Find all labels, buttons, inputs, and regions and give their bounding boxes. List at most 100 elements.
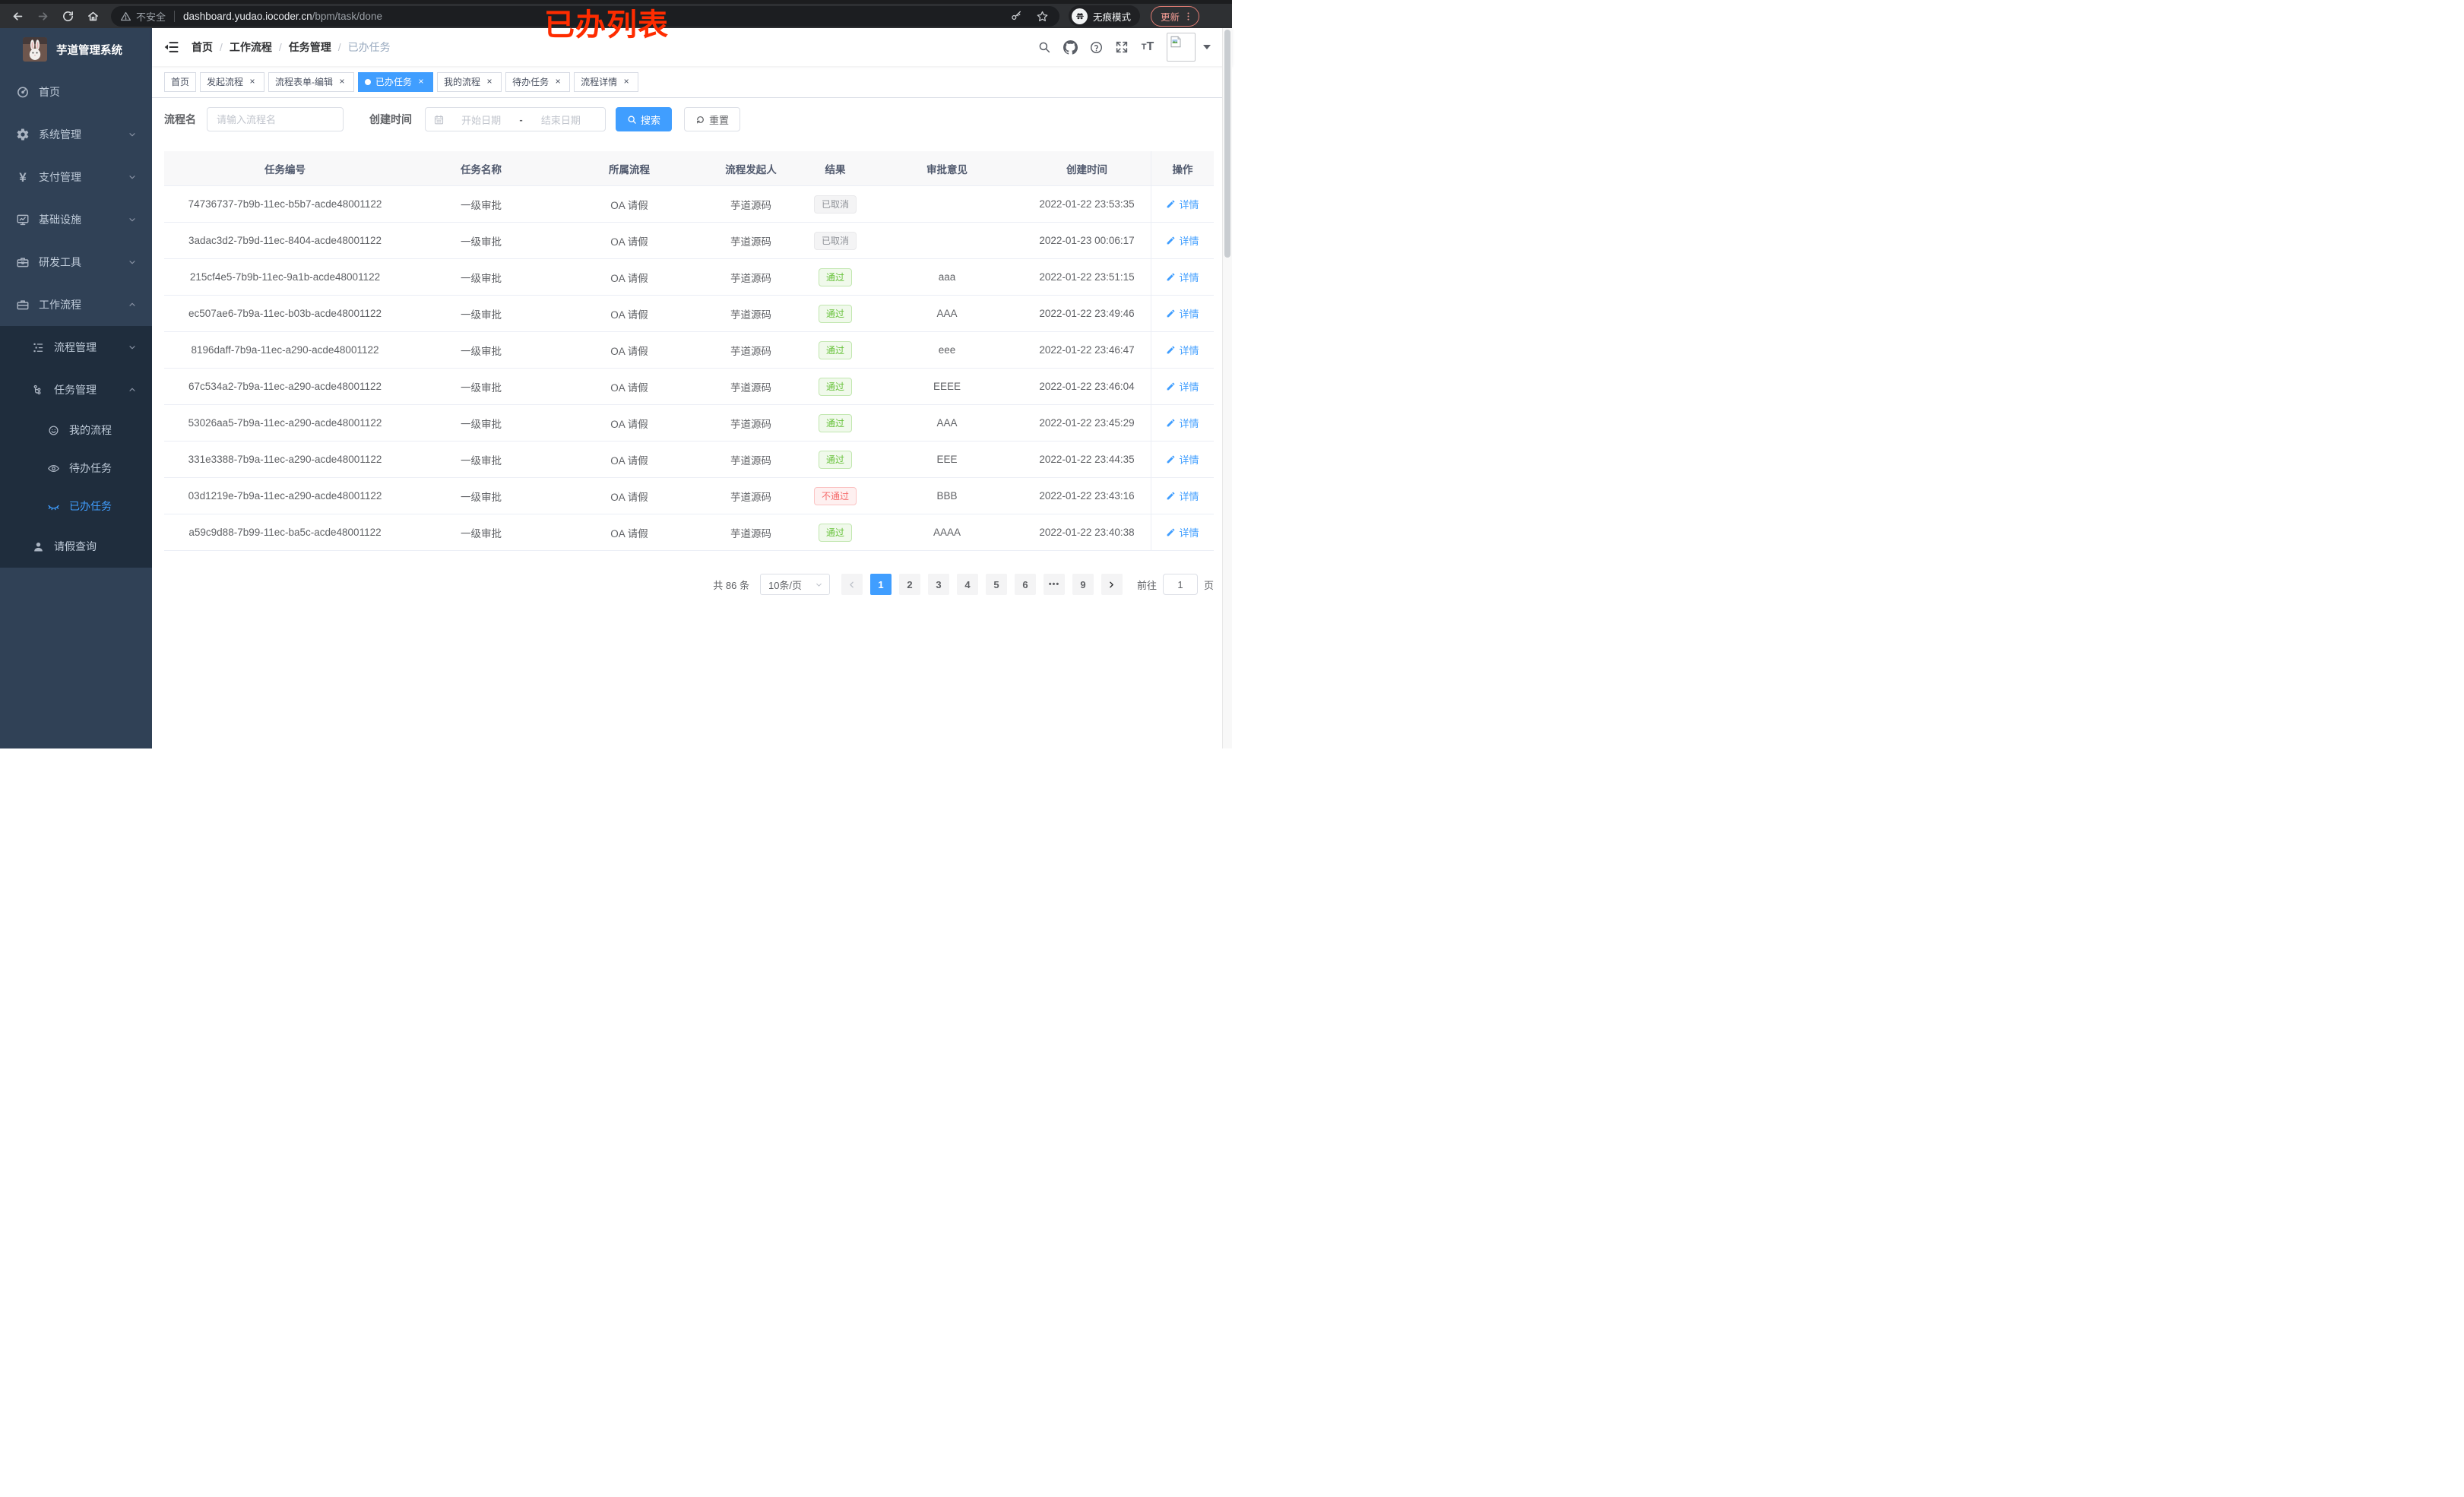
chevron-down-icon (128, 343, 137, 352)
cell-comment: AAA (936, 417, 958, 429)
briefcase-icon (15, 297, 30, 312)
detail-link[interactable]: 详情 (1166, 379, 1199, 394)
tab-my-process[interactable]: 我的流程 × (437, 71, 502, 92)
goto-page-input[interactable] (1162, 574, 1198, 595)
cell-create-time: 2022-01-22 23:49:46 (1039, 308, 1135, 319)
sidebar-item-home[interactable]: 首页 (0, 71, 152, 113)
bookmark-star-icon[interactable] (1034, 8, 1050, 24)
sidebar-item-leave-query[interactable]: 请假查询 (0, 525, 152, 568)
sidebar-item-process-management[interactable]: 流程管理 (0, 326, 152, 369)
chevron-up-icon (128, 385, 137, 394)
cell-process: OA 请假 (610, 199, 648, 211)
close-icon[interactable]: × (484, 76, 495, 87)
help-icon[interactable] (1083, 34, 1109, 60)
pager-more-button[interactable]: ••• (1043, 574, 1065, 595)
pager-prev-button[interactable] (841, 574, 863, 595)
detail-link[interactable]: 详情 (1166, 197, 1199, 211)
password-key-icon[interactable] (1008, 8, 1025, 24)
pager-page-4-button[interactable]: 4 (956, 574, 978, 595)
detail-link[interactable]: 详情 (1166, 416, 1199, 430)
table-row: a59c9d88-7b99-11ec-ba5c-acde48001122 一级审… (164, 514, 1214, 551)
sidebar-item-todo-tasks[interactable]: 待办任务 (0, 449, 152, 487)
col-task-id: 任务编号 (264, 163, 306, 176)
sidebar-fold-icon[interactable] (164, 40, 179, 55)
pager-page-3-button[interactable]: 3 (927, 574, 949, 595)
cell-comment (871, 186, 1023, 222)
detail-label: 详情 (1179, 381, 1199, 393)
search-button[interactable]: 搜索 (616, 107, 673, 131)
tab-process-detail[interactable]: 流程详情 × (574, 71, 639, 92)
detail-link[interactable]: 详情 (1166, 233, 1199, 248)
detail-link[interactable]: 详情 (1166, 343, 1199, 357)
close-icon[interactable]: × (337, 76, 347, 87)
pager-page-1-button[interactable]: 1 (869, 574, 892, 595)
sidebar-item-task-management[interactable]: 任务管理 (0, 369, 152, 411)
pager-page-2-button[interactable]: 2 (898, 574, 920, 595)
close-icon[interactable]: × (247, 76, 258, 87)
breadcrumb-workflow[interactable]: 工作流程 (230, 40, 272, 55)
breadcrumb-home[interactable]: 首页 (192, 40, 213, 55)
address-bar[interactable]: 不安全 dashboard.yudao.iocoder.cn/bpm/task/… (111, 5, 1059, 27)
browser-reload-icon[interactable] (58, 6, 78, 26)
tab-home[interactable]: 首页 (164, 71, 197, 92)
page-size-select[interactable]: 10条/页 (759, 574, 830, 595)
cell-task-id: ec507ae6-7b9a-11ec-b03b-acde48001122 (188, 308, 382, 319)
cell-result: 通过 (800, 442, 871, 477)
github-icon[interactable] (1057, 34, 1083, 60)
sidebar-item-workflow[interactable]: 工作流程 (0, 283, 152, 326)
close-icon[interactable]: × (553, 76, 563, 87)
fullscreen-icon[interactable] (1109, 34, 1135, 60)
sidebar-item-infrastructure[interactable]: 基础设施 (0, 198, 152, 241)
detail-link[interactable]: 详情 (1166, 489, 1199, 503)
header-search-icon[interactable] (1031, 34, 1057, 60)
avatar-caret-down-icon[interactable] (1203, 45, 1211, 49)
sidebar-item-system[interactable]: 系统管理 (0, 113, 152, 156)
scrollbar-thumb[interactable] (1224, 30, 1230, 258)
cell-starter: 芋道源码 (730, 418, 771, 430)
detail-link[interactable]: 详情 (1166, 270, 1199, 284)
pager-page-6-button[interactable]: 6 (1014, 574, 1036, 595)
detail-link[interactable]: 详情 (1166, 525, 1199, 540)
cell-comment: AAA (936, 308, 958, 319)
tab-todo-tasks[interactable]: 待办任务 × (505, 71, 571, 92)
browser-menu-dots-icon[interactable] (1183, 11, 1194, 22)
sidebar-item-dev-tools[interactable]: 研发工具 (0, 241, 152, 283)
detail-link[interactable]: 详情 (1166, 306, 1199, 321)
close-icon[interactable]: × (621, 76, 632, 87)
tab-start-process[interactable]: 发起流程 × (200, 71, 265, 92)
browser-forward-icon[interactable] (33, 6, 52, 26)
breadcrumb-task-management[interactable]: 任务管理 (289, 40, 331, 55)
cell-task-name: 一级审批 (461, 527, 502, 540)
detail-link[interactable]: 详情 (1166, 452, 1199, 467)
sidebar-item-done-tasks[interactable]: 已办任务 (0, 487, 152, 525)
cell-action: 详情 (1151, 514, 1214, 550)
process-name-input[interactable] (207, 107, 344, 131)
sidebar-item-my-process[interactable]: 我的流程 (0, 411, 152, 449)
browser-update-button[interactable]: 更新 (1151, 5, 1200, 27)
cell-action: 详情 (1151, 478, 1214, 514)
tab-form-edit[interactable]: 流程表单-编辑 × (268, 71, 355, 92)
cell-task-name: 一级审批 (461, 309, 502, 321)
create-time-range-input[interactable]: 开始日期 - 结束日期 (425, 107, 606, 131)
sidebar-item-payment[interactable]: ¥ 支付管理 (0, 156, 152, 198)
cell-create-time: 2022-01-22 23:46:47 (1039, 344, 1135, 356)
tab-done-tasks[interactable]: 已办任务 × (358, 71, 434, 92)
pager-next-button[interactable] (1101, 574, 1123, 595)
close-icon[interactable]: × (416, 76, 426, 87)
cell-result: 通过 (800, 514, 871, 550)
browser-home-icon[interactable] (83, 6, 103, 26)
table-body: 74736737-7b9b-11ec-b5b7-acde48001122 一级审… (164, 186, 1214, 551)
cell-starter: 芋道源码 (730, 381, 771, 394)
app-logo[interactable]: 芋道管理系统 (0, 28, 152, 71)
create-time-label: 创建时间 (369, 113, 412, 125)
avatar[interactable] (1167, 33, 1196, 62)
chevron-down-icon (128, 130, 137, 139)
pager-page-9-button[interactable]: 9 (1072, 574, 1094, 595)
result-badge: 不通过 (813, 486, 857, 505)
font-size-icon[interactable]: TT (1135, 34, 1161, 60)
reset-button[interactable]: 重置 (684, 107, 741, 131)
page-scrollbar[interactable] (1222, 28, 1232, 748)
pager-page-5-button[interactable]: 5 (985, 574, 1007, 595)
browser-back-icon[interactable] (8, 6, 27, 26)
cell-result: 不通过 (800, 478, 871, 514)
